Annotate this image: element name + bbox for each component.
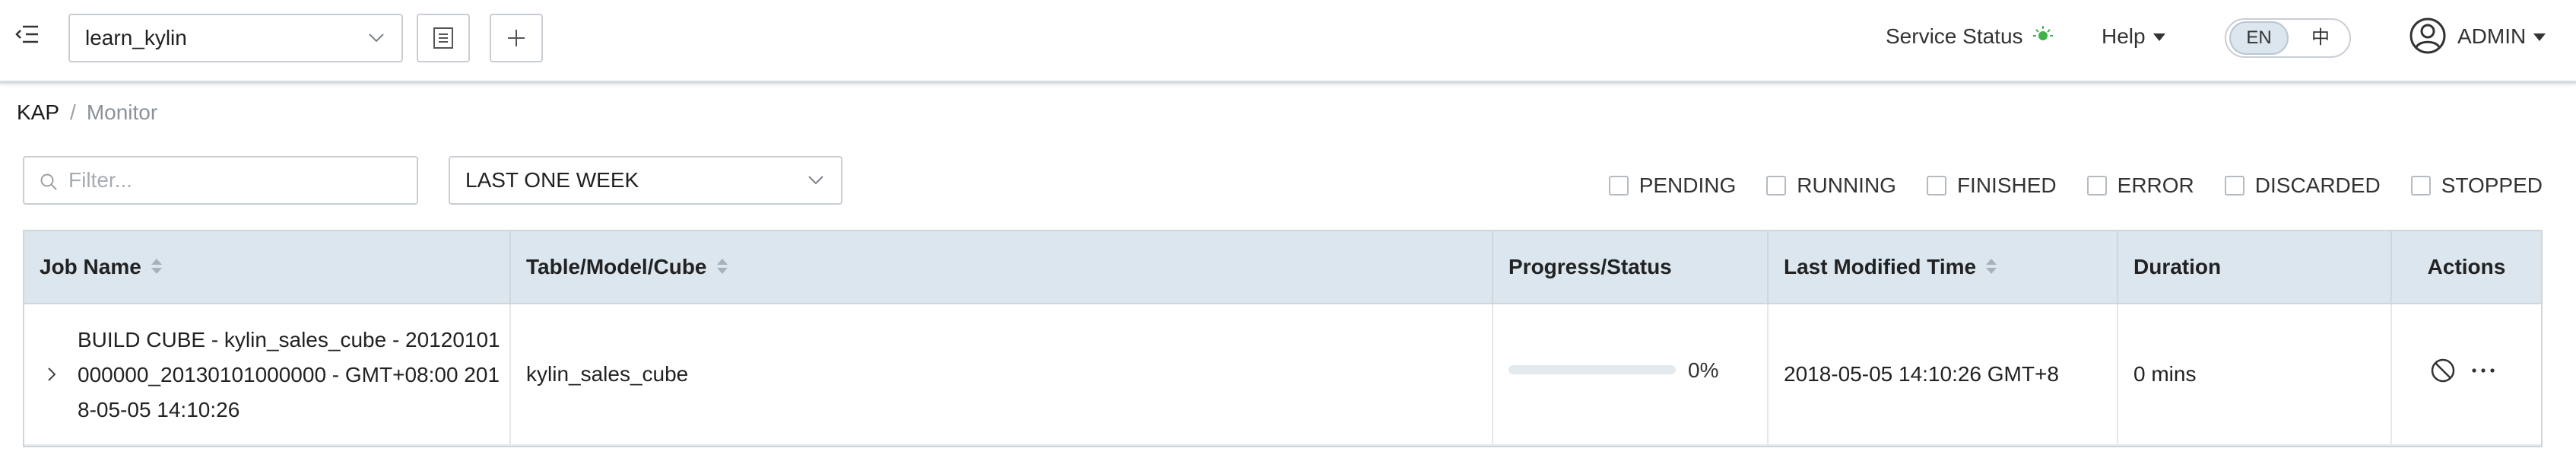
- column-header-label: Table/Model/Cube: [526, 255, 707, 278]
- modified-cell: 2018-05-05 14:10:26 GMT+8: [1769, 304, 2118, 444]
- checkbox-box[interactable]: [1608, 176, 1629, 196]
- time-range-select[interactable]: LAST ONE WEEK: [449, 156, 842, 205]
- column-header-progress: Progress/Status: [1493, 231, 1769, 303]
- help-menu[interactable]: Help: [2102, 0, 2165, 76]
- checkbox-label: ERROR: [2117, 173, 2194, 197]
- project-select[interactable]: learn_kylin: [68, 14, 403, 62]
- lang-en-option[interactable]: EN: [2229, 21, 2289, 55]
- checkbox-box[interactable]: [2410, 176, 2431, 196]
- checkbox-box[interactable]: [2224, 176, 2244, 196]
- sort-icon[interactable]: [151, 257, 163, 275]
- checkbox-box[interactable]: [1766, 176, 1787, 196]
- chevron-down-icon: [369, 33, 384, 43]
- jobs-table: Job Name Table/Model/Cube Progress/Statu…: [23, 230, 2543, 447]
- column-header-label: Progress/Status: [1508, 255, 1672, 278]
- column-header-modified[interactable]: Last Modified Time: [1769, 231, 2118, 303]
- chevron-down-icon: [808, 176, 823, 185]
- job-name-cell: BUILD CUBE - kylin_sales_cube - 20120101…: [24, 304, 511, 444]
- checkbox-label: STOPPED: [2441, 173, 2543, 197]
- status-checkbox-finished[interactable]: FINISHED: [1926, 167, 2057, 204]
- status-checkbox-error[interactable]: ERROR: [2086, 167, 2194, 204]
- status-checkbox-running[interactable]: RUNNING: [1766, 167, 1896, 204]
- discard-icon[interactable]: [2430, 358, 2456, 383]
- caret-down-icon: [2533, 33, 2546, 41]
- service-status-link[interactable]: Service Status: [1886, 0, 2054, 76]
- checkbox-label: PENDING: [1639, 173, 1737, 197]
- job-filter-field[interactable]: [23, 156, 418, 205]
- project-select-value: learn_kylin: [85, 26, 187, 49]
- job-filter-input[interactable]: [68, 157, 403, 203]
- column-header-duration: Duration: [2118, 231, 2392, 303]
- table-row[interactable]: BUILD CUBE - kylin_sales_cube - 20120101…: [24, 304, 2541, 446]
- service-status-label: Service Status: [1886, 24, 2023, 48]
- time-range-value: LAST ONE WEEK: [465, 168, 639, 192]
- duration-cell: 0 mins: [2118, 304, 2392, 444]
- search-icon: [40, 173, 57, 190]
- project-list-button[interactable]: [417, 14, 470, 62]
- chevron-right-icon[interactable]: [46, 365, 58, 383]
- add-project-button[interactable]: [490, 14, 543, 62]
- column-header-job-name[interactable]: Job Name: [24, 231, 511, 303]
- status-checkbox-stopped[interactable]: STOPPED: [2410, 167, 2543, 204]
- column-header-label: Duration: [2133, 255, 2222, 278]
- column-header-label: Job Name: [40, 255, 141, 278]
- target-cell: kylin_sales_cube: [511, 304, 1493, 444]
- breadcrumb: KAP / Monitor: [17, 99, 157, 126]
- job-name: BUILD CUBE - kylin_sales_cube - 20120101…: [78, 328, 500, 421]
- language-toggle[interactable]: EN 中: [2225, 18, 2351, 58]
- status-checkbox-pending[interactable]: PENDING: [1608, 167, 1737, 204]
- more-actions-icon[interactable]: [2470, 359, 2497, 382]
- target-name: kylin_sales_cube: [526, 362, 689, 386]
- checkbox-label: RUNNING: [1797, 173, 1896, 197]
- user-name: ADMIN: [2457, 0, 2546, 73]
- breadcrumb-separator: /: [70, 100, 76, 124]
- plus-icon: [508, 30, 525, 46]
- column-header-target[interactable]: Table/Model/Cube: [511, 231, 1493, 303]
- checkbox-label: FINISHED: [1956, 173, 2057, 197]
- lang-zh-option[interactable]: 中: [2293, 20, 2348, 56]
- checkbox-box[interactable]: [1926, 176, 1946, 196]
- progress-bar: [1508, 365, 1676, 374]
- modified-time: 2018-05-05 14:10:26 GMT+8: [1784, 362, 2059, 386]
- column-header-label: Actions: [2427, 255, 2506, 278]
- status-checkbox-discarded[interactable]: DISCARDED: [2224, 167, 2381, 204]
- breadcrumb-current: Monitor: [86, 100, 158, 124]
- menu-fold-icon[interactable]: [15, 23, 40, 46]
- sort-icon[interactable]: [1985, 257, 1997, 275]
- caret-down-icon: [2152, 33, 2165, 41]
- top-navbar: learn_kylin Service Status Help EN 中 ADM…: [0, 0, 2576, 84]
- table-header: Job Name Table/Model/Cube Progress/Statu…: [24, 231, 2541, 304]
- checkbox-box[interactable]: [2086, 176, 2107, 196]
- actions-cell: [2392, 304, 2541, 444]
- service-status-indicator-icon: [2033, 25, 2054, 40]
- column-header-label: Last Modified Time: [1784, 255, 1977, 278]
- column-header-actions: Actions: [2392, 231, 2541, 303]
- progress-cell: 0%: [1493, 304, 1769, 444]
- progress-percent: 0%: [1688, 358, 1719, 382]
- help-label: Help: [2102, 24, 2146, 48]
- list-icon: [433, 27, 453, 49]
- checkbox-label: DISCARDED: [2254, 173, 2381, 197]
- sort-icon[interactable]: [716, 257, 728, 275]
- duration: 0 mins: [2133, 362, 2197, 386]
- breadcrumb-root[interactable]: KAP: [17, 100, 59, 124]
- status-filter-group: PENDING RUNNING FINISHED ERROR DISCARDED…: [1578, 167, 2543, 204]
- user-avatar-icon: [2409, 17, 2446, 54]
